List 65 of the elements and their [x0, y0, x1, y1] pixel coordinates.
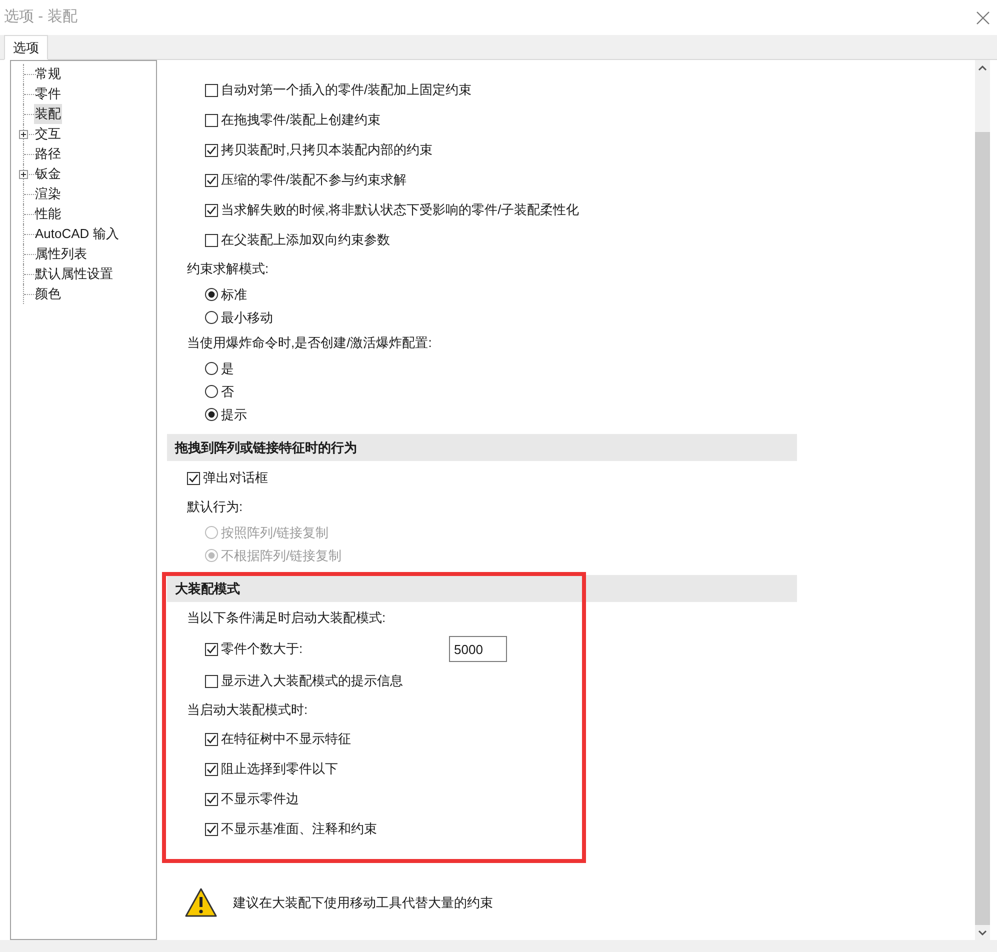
- checkbox[interactable]: [205, 642, 218, 656]
- tree-item[interactable]: 零件: [34, 84, 62, 104]
- checkbox[interactable]: [205, 732, 218, 746]
- checkbox-label[interactable]: 不显示零件边: [221, 789, 299, 809]
- checkbox-label[interactable]: 在父装配上添加双向约束参数: [221, 230, 390, 250]
- radio-label[interactable]: 提示: [221, 404, 247, 424]
- checkbox-label[interactable]: 自动对第一个插入的零件/装配加上固定约束: [221, 80, 472, 100]
- checkbox[interactable]: [205, 114, 218, 126]
- radio-button[interactable]: [205, 408, 218, 421]
- checkbox-label[interactable]: 零件个数大于:: [221, 639, 446, 659]
- checkbox[interactable]: [205, 822, 218, 836]
- tab[interactable]: 选项: [4, 35, 48, 60]
- notice-text: 建议在大装配下使用移动工具代替大量的约束: [233, 894, 493, 912]
- radio-button[interactable]: [205, 311, 218, 324]
- checkbox[interactable]: [187, 472, 200, 484]
- section-header: 大装配模式: [167, 575, 797, 602]
- checkbox[interactable]: [205, 234, 218, 246]
- expand-icon[interactable]: [19, 170, 28, 179]
- checkbox-label[interactable]: 弹出对话框: [203, 468, 268, 488]
- radio-label: 不根据阵列/链接复制: [221, 546, 342, 565]
- radio-button[interactable]: [205, 385, 218, 398]
- checkbox-label[interactable]: 阻止选择到零件以下: [221, 759, 338, 779]
- checkbox[interactable]: [205, 762, 218, 776]
- radio-label: 按照阵列/链接复制: [221, 524, 329, 542]
- group-label: 默认行为:: [187, 498, 243, 516]
- checkbox[interactable]: [205, 674, 218, 688]
- radio-button[interactable]: [205, 288, 218, 301]
- tree-item[interactable]: 路径: [34, 144, 62, 164]
- checkbox[interactable]: [205, 174, 218, 186]
- checkbox[interactable]: [205, 204, 218, 216]
- tree-item[interactable]: 交互: [34, 124, 62, 144]
- tree-item[interactable]: 钣金: [34, 164, 62, 184]
- checkbox-label[interactable]: 在特征树中不显示特征: [221, 729, 351, 749]
- radio-label[interactable]: 否: [221, 382, 234, 402]
- group-label: 当使用爆炸命令时,是否创建/激活爆炸配置:: [187, 334, 432, 352]
- input-field[interactable]: 5000: [449, 636, 507, 662]
- checkbox-label[interactable]: 不显示基准面、注释和约束: [221, 819, 377, 839]
- group-label: 约束求解模式:: [187, 260, 269, 278]
- tree-item[interactable]: 装配: [34, 104, 62, 124]
- tree-item[interactable]: 默认属性设置: [34, 264, 114, 284]
- checkbox[interactable]: [205, 84, 218, 96]
- checkbox-label[interactable]: 当求解失败的时候,将非默认状态下受影响的零件/子装配柔性化: [221, 200, 580, 220]
- checkbox-label[interactable]: 拷贝装配时,只拷贝本装配内部的约束: [221, 140, 433, 160]
- checkbox-label[interactable]: 在拖拽零件/装配上创建约束: [221, 110, 381, 130]
- checkbox[interactable]: [205, 144, 218, 156]
- tree-item[interactable]: 性能: [34, 204, 62, 224]
- tree-item[interactable]: 渲染: [34, 184, 62, 204]
- window-title: 选项 - 装配: [4, 7, 78, 28]
- tree-item[interactable]: AutoCAD 输入: [34, 224, 120, 244]
- group-label: 当以下条件满足时启动大装配模式:: [187, 609, 386, 628]
- warning-icon: [185, 888, 217, 918]
- checkbox-label[interactable]: 压缩的零件/装配不参与约束求解: [221, 170, 407, 190]
- close-button[interactable]: [975, 10, 991, 26]
- checkbox[interactable]: [205, 792, 218, 806]
- tree-item[interactable]: 常规: [34, 64, 62, 84]
- tree-item[interactable]: 属性列表: [34, 244, 88, 264]
- radio-button[interactable]: [205, 362, 218, 375]
- radio-label[interactable]: 标准: [221, 284, 247, 304]
- section-header: 拖拽到阵列或链接特征时的行为: [167, 434, 797, 461]
- radio-label[interactable]: 最小移动: [221, 308, 273, 328]
- expand-icon[interactable]: [19, 130, 28, 139]
- checkbox-label[interactable]: 显示进入大装配模式的提示信息: [221, 671, 403, 691]
- tree-item[interactable]: 颜色: [34, 284, 62, 304]
- radio-label[interactable]: 是: [221, 358, 234, 378]
- group-label: 当启动大装配模式时:: [187, 701, 308, 720]
